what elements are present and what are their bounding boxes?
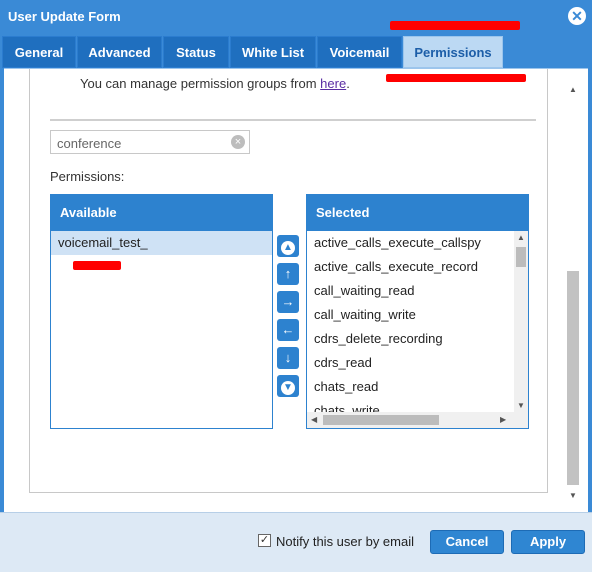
- info-suffix: .: [346, 76, 350, 91]
- tab-general[interactable]: General: [2, 36, 76, 68]
- selected-horizontal-scrollbar[interactable]: ◀ ▶: [307, 412, 528, 428]
- list-item[interactable]: voicemail_test_: [51, 231, 272, 255]
- move-left-button[interactable]: ←: [277, 319, 299, 341]
- title-bar: User Update Form ✕: [0, 0, 592, 34]
- close-icon[interactable]: ✕: [568, 7, 586, 25]
- tab-permissions[interactable]: Permissions: [403, 36, 503, 68]
- chevron-up-circle-icon: ▲: [281, 241, 295, 255]
- scroll-down-icon[interactable]: ▼: [569, 491, 577, 500]
- notify-checkbox[interactable]: ✓: [258, 534, 271, 547]
- redaction-mark: [390, 21, 520, 30]
- tab-white-list[interactable]: White List: [230, 36, 316, 68]
- form-vertical-scrollbar[interactable]: ▲ ▼: [566, 81, 580, 505]
- search-value: conference: [57, 136, 122, 151]
- form-body: You can manage permission groups from he…: [4, 68, 588, 512]
- permissions-label: Permissions:: [50, 169, 125, 184]
- arrow-up-icon: ↑: [284, 266, 292, 281]
- window-title: User Update Form: [8, 9, 121, 24]
- list-item[interactable]: active_calls_execute_record: [307, 255, 528, 279]
- available-list: Available voicemail_test_: [50, 194, 273, 429]
- tab-voicemail[interactable]: Voicemail: [317, 36, 402, 68]
- tab-advanced[interactable]: Advanced: [77, 36, 162, 68]
- info-text: You can manage permission groups from: [80, 76, 321, 91]
- move-to-top-button[interactable]: ▲: [277, 235, 299, 257]
- user-update-window: User Update Form ✕ General Advanced Stat…: [0, 0, 592, 572]
- selected-list: Selected active_calls_execute_callspy ac…: [306, 194, 529, 429]
- divider: [50, 119, 536, 121]
- arrow-down-icon: ↓: [284, 350, 292, 365]
- available-header: Available: [51, 195, 272, 231]
- list-item[interactable]: call_waiting_read: [307, 279, 528, 303]
- notify-label: Notify this user by email: [276, 534, 414, 549]
- list-item[interactable]: chats_write: [307, 399, 528, 412]
- scroll-thumb[interactable]: [567, 271, 579, 485]
- list-item[interactable]: cdrs_read: [307, 351, 528, 375]
- redaction-mark: [386, 74, 526, 82]
- scroll-thumb[interactable]: [516, 247, 526, 267]
- apply-button[interactable]: Apply: [511, 530, 585, 554]
- manage-groups-link[interactable]: here: [320, 76, 346, 91]
- scroll-left-icon[interactable]: ◀: [311, 415, 317, 424]
- list-item[interactable]: chats_read: [307, 375, 528, 399]
- permission-search-field[interactable]: conference ×: [50, 130, 250, 154]
- move-right-button[interactable]: →: [277, 291, 299, 313]
- selected-items: active_calls_execute_callspy active_call…: [307, 231, 528, 412]
- list-item[interactable]: call_waiting_write: [307, 303, 528, 327]
- arrow-left-icon: ←: [281, 322, 295, 337]
- move-to-bottom-button[interactable]: ▼: [277, 375, 299, 397]
- scroll-thumb[interactable]: [323, 415, 439, 425]
- selected-header: Selected: [307, 195, 528, 231]
- clear-icon[interactable]: ×: [231, 135, 245, 149]
- tab-bar: General Advanced Status White List Voice…: [0, 34, 592, 68]
- scroll-up-icon[interactable]: ▲: [569, 85, 577, 94]
- scroll-down-icon[interactable]: ▼: [517, 401, 525, 410]
- scroll-right-icon[interactable]: ▶: [500, 415, 506, 424]
- move-up-button[interactable]: ↑: [277, 263, 299, 285]
- dialog-footer: ✓ Notify this user by email Cancel Apply: [0, 512, 592, 572]
- scroll-up-icon[interactable]: ▲: [517, 233, 525, 242]
- selected-vertical-scrollbar[interactable]: ▲ ▼: [514, 231, 528, 412]
- permissions-panel: You can manage permission groups from he…: [29, 69, 548, 493]
- cancel-button[interactable]: Cancel: [430, 530, 504, 554]
- checkmark-icon: ✓: [259, 534, 270, 546]
- permission-groups-info: You can manage permission groups from he…: [80, 76, 350, 91]
- list-item[interactable]: cdrs_delete_recording: [307, 327, 528, 351]
- arrow-right-icon: →: [281, 294, 295, 309]
- tab-status[interactable]: Status: [163, 36, 229, 68]
- chevron-down-circle-icon: ▼: [281, 381, 295, 395]
- list-item[interactable]: active_calls_execute_callspy: [307, 231, 528, 255]
- redaction-mark: [73, 261, 121, 270]
- move-down-button[interactable]: ↓: [277, 347, 299, 369]
